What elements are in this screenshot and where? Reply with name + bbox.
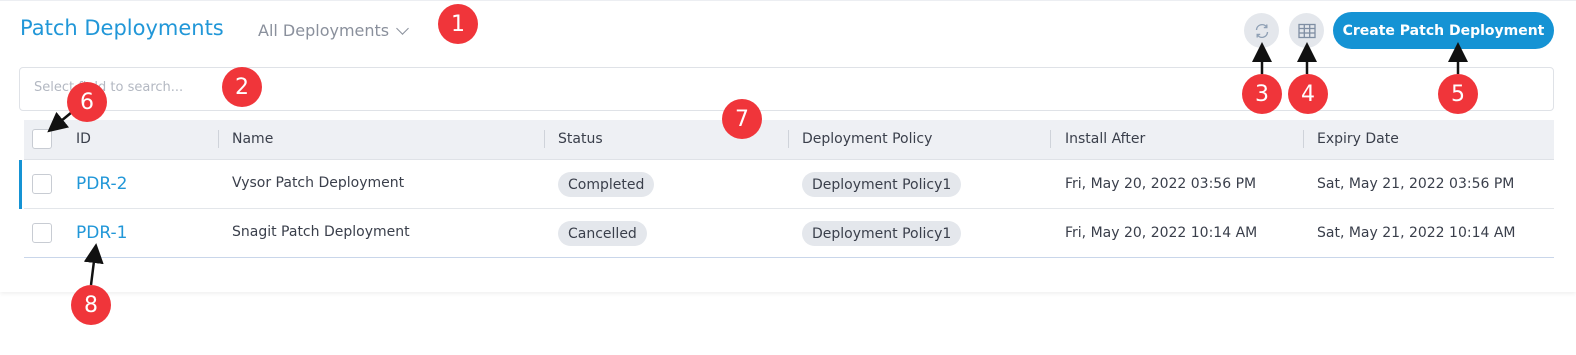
- table-row[interactable]: PDR-1 Snagit Patch Deployment Cancelled …: [24, 209, 1554, 258]
- deployment-name: Snagit Patch Deployment: [232, 224, 410, 240]
- deployment-view-dropdown[interactable]: All Deployments: [258, 21, 409, 40]
- chevron-down-icon: [396, 21, 409, 35]
- select-all-checkbox[interactable]: [32, 129, 52, 149]
- table-header: ID Name Status Deployment Policy Install…: [24, 120, 1554, 160]
- expiry-date: Sat, May 21, 2022 03:56 PM: [1317, 176, 1515, 192]
- column-settings-button[interactable]: [1289, 13, 1324, 48]
- row-checkbox[interactable]: [32, 223, 52, 243]
- column-header-deployment-policy[interactable]: Deployment Policy: [802, 131, 932, 147]
- search-input[interactable]: [34, 80, 634, 95]
- column-header-install-after[interactable]: Install After: [1065, 131, 1145, 147]
- column-divider[interactable]: [544, 130, 545, 148]
- table-grid-icon: [1297, 23, 1316, 38]
- column-header-status[interactable]: Status: [558, 131, 603, 147]
- refresh-icon: [1255, 23, 1268, 38]
- expiry-date: Sat, May 21, 2022 10:14 AM: [1317, 225, 1516, 241]
- callout-badge-4: 4: [1288, 74, 1328, 114]
- callout-badge-5: 5: [1438, 74, 1478, 114]
- callout-badge-3: 3: [1242, 74, 1282, 114]
- column-divider[interactable]: [218, 130, 219, 148]
- policy-badge: Deployment Policy1: [802, 172, 962, 197]
- install-after-date: Fri, May 20, 2022 10:14 AM: [1065, 225, 1258, 241]
- deployment-id-link[interactable]: PDR-1: [76, 223, 127, 243]
- column-header-expiry-date[interactable]: Expiry Date: [1317, 131, 1399, 147]
- deployment-id-link[interactable]: PDR-2: [76, 174, 127, 194]
- callout-badge-2: 2: [222, 67, 262, 107]
- callout-badge-7: 7: [722, 99, 762, 139]
- page-title: Patch Deployments: [20, 16, 224, 40]
- callout-badge-6: 6: [67, 82, 107, 122]
- install-after-date: Fri, May 20, 2022 03:56 PM: [1065, 176, 1257, 192]
- column-divider[interactable]: [1303, 130, 1304, 148]
- callout-badge-8: 8: [71, 285, 111, 325]
- column-header-name[interactable]: Name: [232, 131, 273, 147]
- view-selector-label: All Deployments: [258, 21, 390, 40]
- status-badge: Completed: [558, 172, 655, 197]
- row-checkbox[interactable]: [32, 174, 52, 194]
- selected-row-indicator: [19, 160, 22, 209]
- column-divider[interactable]: [1050, 130, 1051, 148]
- column-header-id[interactable]: ID: [76, 131, 91, 147]
- deployment-name: Vysor Patch Deployment: [232, 175, 405, 191]
- column-divider[interactable]: [788, 130, 789, 148]
- create-patch-deployment-button[interactable]: Create Patch Deployment: [1333, 12, 1554, 49]
- status-badge: Cancelled: [558, 221, 647, 246]
- table-row[interactable]: PDR-2 Vysor Patch Deployment Completed D…: [24, 160, 1554, 209]
- refresh-button[interactable]: [1244, 13, 1279, 48]
- callout-badge-1: 1: [438, 4, 478, 44]
- patch-deployments-panel: Patch Deployments All Deployments Create…: [0, 0, 1576, 292]
- policy-badge: Deployment Policy1: [802, 221, 962, 246]
